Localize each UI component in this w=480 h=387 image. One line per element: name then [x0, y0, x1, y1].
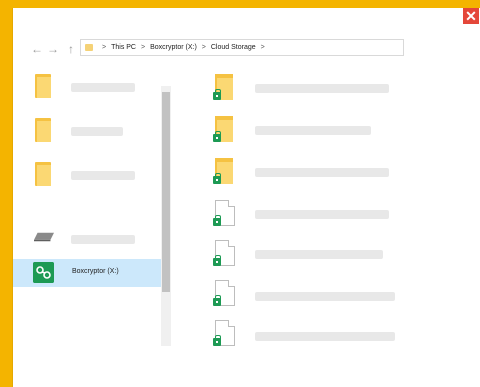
boxcryptor-icon	[33, 262, 54, 283]
placeholder-label	[255, 84, 389, 93]
scrollbar-thumb[interactable]	[162, 92, 170, 292]
back-button[interactable]: ←	[31, 41, 43, 57]
folder-icon	[35, 118, 51, 142]
breadcrumb-boxcryptor[interactable]: Boxcryptor (X:)	[150, 40, 197, 55]
placeholder-label	[255, 292, 395, 301]
forward-button[interactable]: →	[47, 41, 59, 57]
close-button[interactable]: ✕	[463, 8, 479, 24]
up-button[interactable]: ↑	[65, 41, 77, 57]
breadcrumb-cloud-storage[interactable]: Cloud Storage	[211, 40, 256, 55]
lock-icon	[213, 89, 221, 100]
list-item[interactable]	[209, 74, 449, 104]
explorer-window: ✕ ← → ↑ > This PC > Boxcryptor (X:) > Cl…	[12, 8, 480, 387]
folder-icon	[85, 44, 93, 51]
sidebar-item-boxcryptor[interactable]: Boxcryptor (X:)	[13, 259, 161, 287]
list-item[interactable]	[209, 200, 449, 230]
sidebar-item-label: Boxcryptor (X:)	[72, 268, 119, 275]
arrow-left-icon: ←	[31, 42, 43, 56]
lock-icon	[213, 131, 221, 142]
breadcrumb-separator: >	[260, 44, 265, 51]
drive-icon	[34, 232, 54, 242]
content-pane	[209, 66, 469, 387]
placeholder-label	[255, 210, 389, 219]
breadcrumb-separator: >	[141, 44, 146, 51]
placeholder-label	[71, 127, 123, 136]
placeholder-label	[255, 168, 389, 177]
lock-icon	[213, 335, 221, 346]
lock-icon	[213, 295, 221, 306]
breadcrumb-separator: >	[201, 44, 206, 51]
breadcrumb-this-pc[interactable]: This PC	[111, 40, 136, 55]
navigation-pane: Boxcryptor (X:)	[13, 66, 173, 387]
placeholder-label	[71, 171, 135, 180]
list-item[interactable]	[209, 320, 449, 350]
arrow-up-icon: ↑	[68, 42, 74, 56]
placeholder-label	[71, 235, 135, 244]
arrow-right-icon: →	[47, 42, 59, 56]
address-bar[interactable]: > This PC > Boxcryptor (X:) > Cloud Stor…	[80, 39, 404, 56]
placeholder-label	[255, 250, 383, 259]
placeholder-label	[71, 83, 135, 92]
folder-icon	[35, 162, 51, 186]
list-item[interactable]	[209, 116, 449, 146]
list-item[interactable]	[209, 240, 449, 270]
placeholder-label	[255, 332, 395, 341]
placeholder-label	[255, 126, 371, 135]
list-item[interactable]	[209, 280, 449, 310]
folder-icon	[35, 74, 51, 98]
lock-icon	[213, 215, 221, 226]
list-item[interactable]	[209, 158, 449, 188]
lock-icon	[213, 173, 221, 184]
close-icon: ✕	[465, 8, 477, 24]
lock-icon	[213, 255, 221, 266]
breadcrumb-separator: >	[102, 44, 107, 51]
